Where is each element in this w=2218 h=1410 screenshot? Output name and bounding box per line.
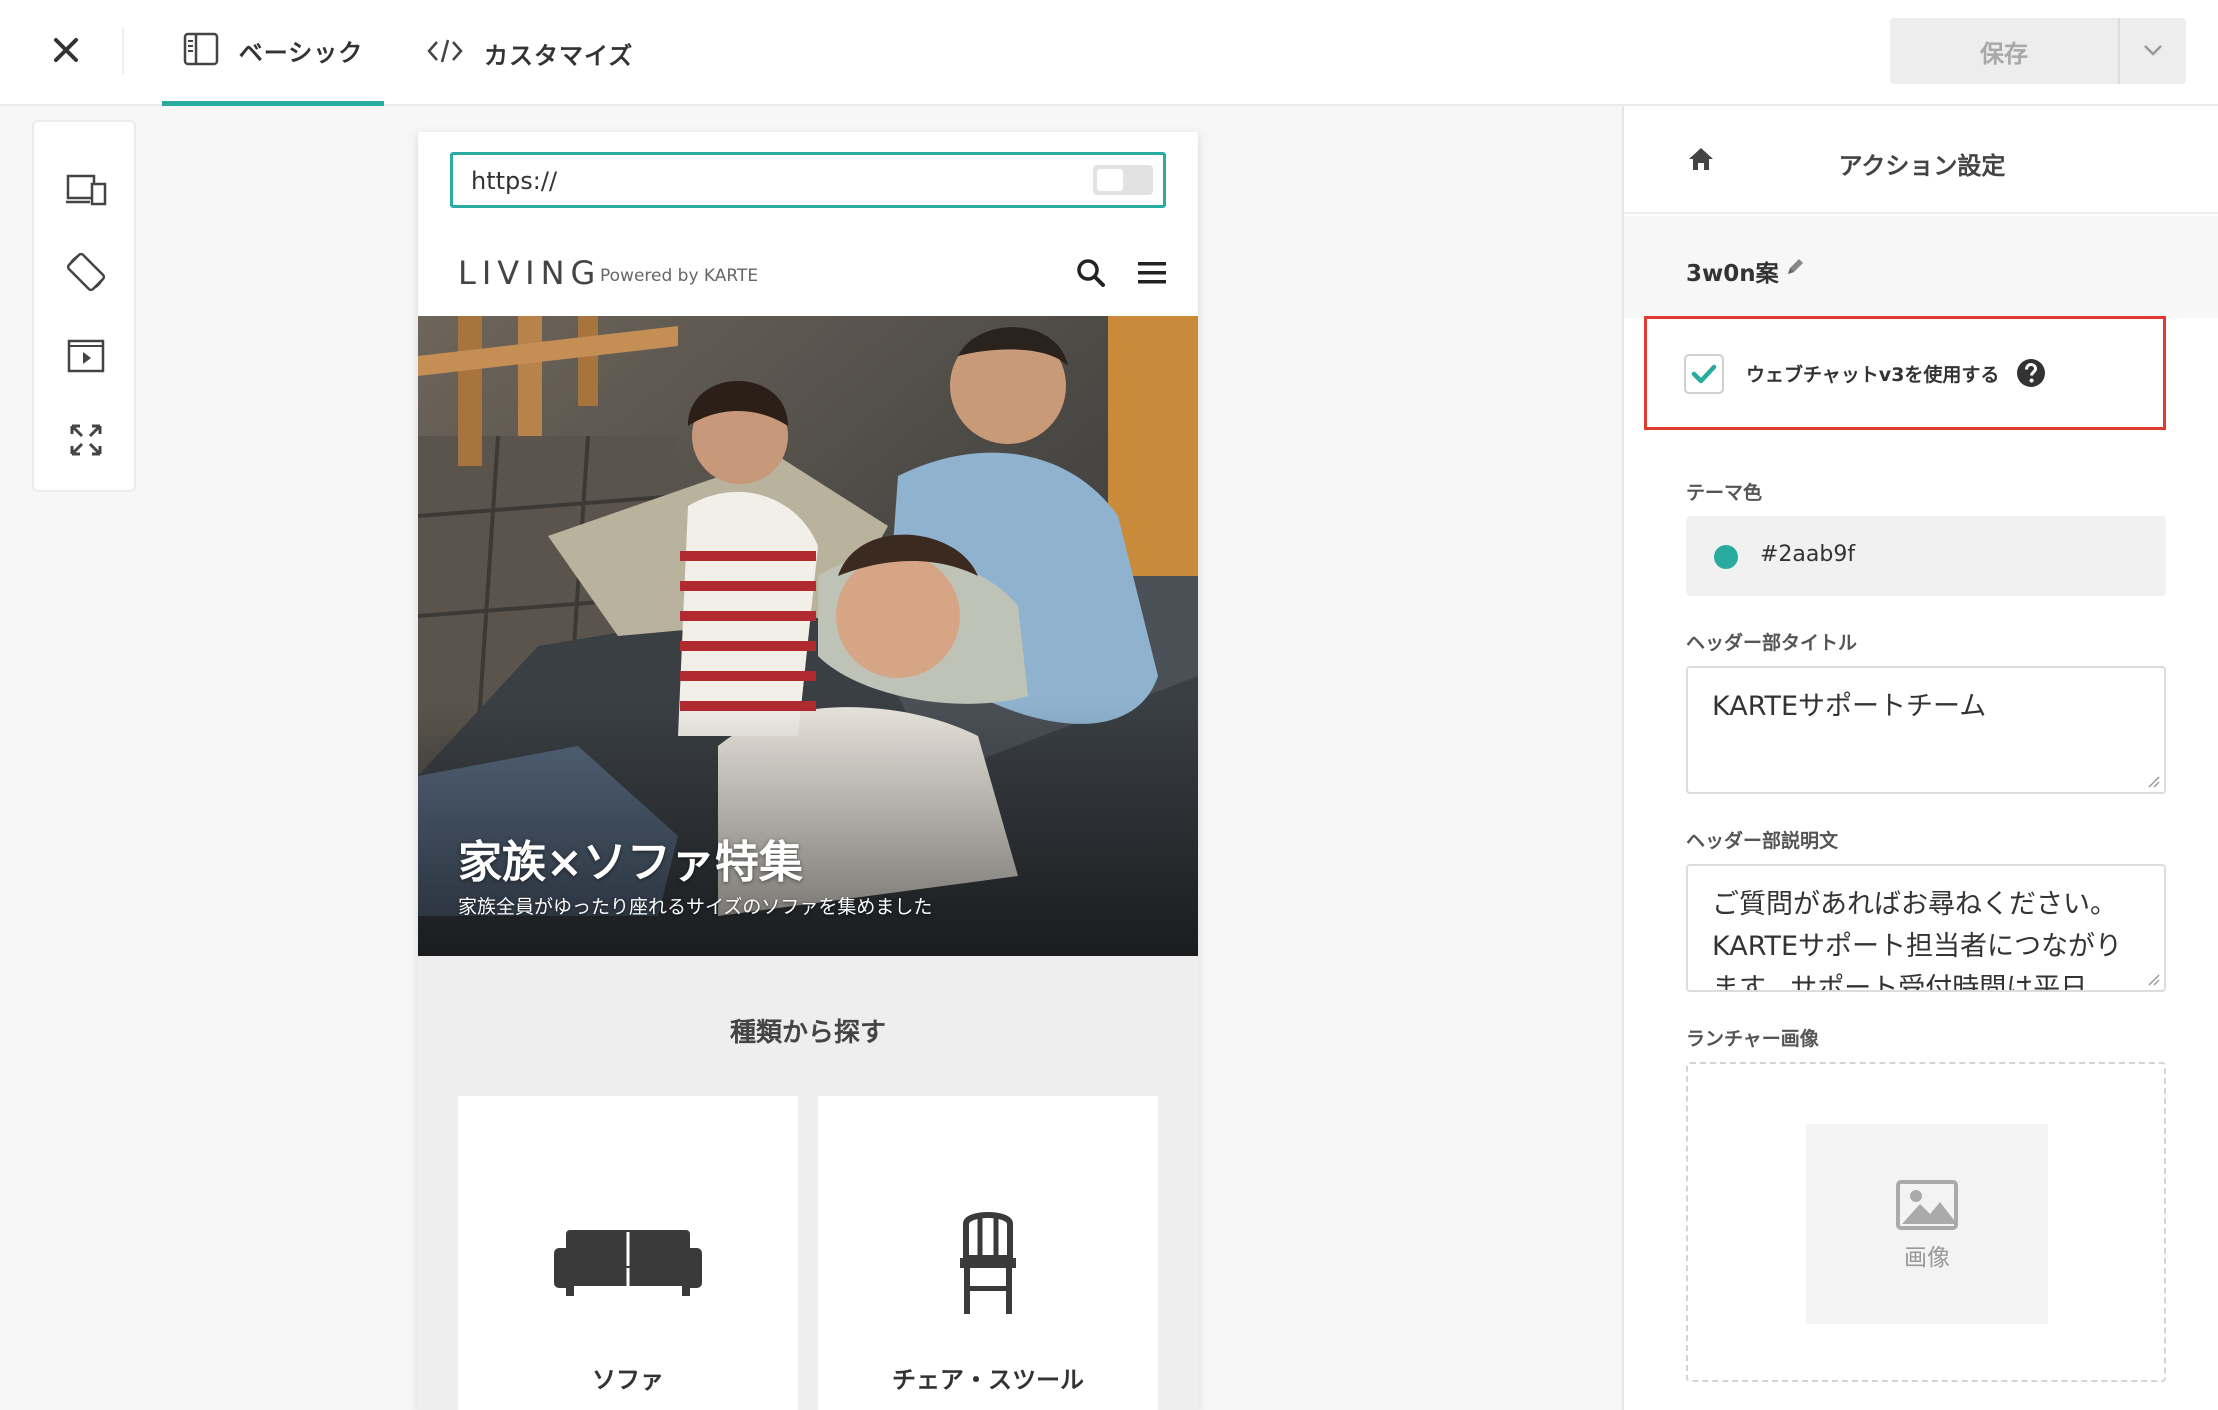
site-header: LIVING Powered by KARTE <box>418 228 1198 316</box>
tab-customize-label: カスタマイズ <box>484 41 634 70</box>
image-icon <box>1896 1180 1958 1230</box>
webchat-v3-checkbox[interactable] <box>1684 354 1724 394</box>
theme-color-picker[interactable]: #2aab9f <box>1686 516 2166 596</box>
theme-color-value: #2aab9f <box>1760 542 1856 567</box>
category-card-chair[interactable]: チェア・スツール <box>818 1096 1158 1410</box>
url-text: https:// <box>471 167 558 195</box>
header-description-label: ヘッダー部説明文 <box>1686 830 1839 852</box>
pencil-icon[interactable] <box>1784 256 1806 278</box>
webchat-v3-label: ウェブチャットv3を使用する <box>1746 364 2000 386</box>
play-preview-icon[interactable] <box>62 332 110 380</box>
header-description-value: ご質問があればお尋ねください。KARTEサポート担当者につながります。サポート受… <box>1712 889 2123 992</box>
launcher-image-dropzone[interactable]: 画像 <box>1686 1062 2166 1382</box>
check-icon <box>1691 364 1717 384</box>
powered-by-text: Powered by KARTE <box>600 266 759 286</box>
category-label-chair: チェア・スツール <box>892 1366 1084 1394</box>
hero-title: 家族×ソファ特集 <box>458 837 803 888</box>
preview-toolbar <box>32 120 136 492</box>
theme-color-label: テーマ色 <box>1686 482 1763 504</box>
chevron-down-icon <box>2142 42 2164 61</box>
panel-header: アクション設定 <box>1624 106 2218 214</box>
tab-basic[interactable]: ベーシック <box>162 0 384 106</box>
sidebar-layout-icon <box>183 32 219 70</box>
rotate-screen-icon[interactable] <box>62 248 110 296</box>
url-toggle[interactable] <box>1093 165 1153 195</box>
search-icon[interactable] <box>1074 256 1108 290</box>
category-card-sofa[interactable]: ソファ <box>458 1096 798 1410</box>
fullscreen-icon[interactable] <box>62 416 110 464</box>
category-label-sofa: ソファ <box>592 1366 664 1394</box>
variant-row: 3w0n案 <box>1624 216 2218 318</box>
color-swatch <box>1714 545 1738 569</box>
header-title-value: KARTEサポートチーム <box>1712 691 1987 722</box>
mobile-preview: https:// LIVING Powered by KARTE 家族×ソファ特… <box>418 132 1198 1410</box>
device-switch-icon[interactable] <box>62 166 110 214</box>
site-logo[interactable]: LIVING <box>458 254 601 292</box>
hero-subtitle: 家族全員がゆったり座れるサイズのソファを集めました <box>458 896 933 918</box>
url-input[interactable]: https:// <box>450 152 1166 208</box>
top-bar: ベーシック カスタマイズ 保存 <box>0 0 2218 106</box>
sofa-icon <box>554 1230 702 1302</box>
hero-banner[interactable]: 家族×ソファ特集 家族全員がゆったり座れるサイズのソファを集めました <box>418 316 1198 956</box>
resize-handle-icon[interactable] <box>2146 774 2160 788</box>
save-button-group: 保存 <box>1890 18 2186 84</box>
chair-icon <box>960 1208 1016 1318</box>
variant-name: 3w0n案 <box>1686 261 1779 287</box>
launcher-image-label: ランチャー画像 <box>1686 1028 1819 1050</box>
close-icon[interactable] <box>46 30 86 70</box>
action-settings-panel: アクション設定 3w0n案 ウェブチャットv3を使用する テーマ色 #2aab9… <box>1622 106 2218 1410</box>
section-title: 種類から探す <box>729 1018 886 1048</box>
panel-title: アクション設定 <box>1838 152 2006 180</box>
save-button[interactable]: 保存 <box>1890 18 2120 84</box>
tab-customize[interactable]: カスタマイズ <box>426 0 633 106</box>
hamburger-menu-icon[interactable] <box>1136 258 1168 288</box>
header-title-label: ヘッダー部タイトル <box>1686 632 1858 654</box>
help-icon[interactable] <box>2016 358 2046 388</box>
resize-handle-icon[interactable] <box>2146 972 2160 986</box>
header-description-field[interactable]: ご質問があればお尋ねください。KARTEサポート担当者につながります。サポート受… <box>1686 864 2166 992</box>
save-dropdown-button[interactable] <box>2120 18 2186 84</box>
url-bar-area: https:// <box>418 132 1198 228</box>
divider <box>122 28 124 74</box>
code-icon <box>426 36 464 70</box>
tab-basic-label: ベーシック <box>238 39 364 67</box>
image-placeholder-label: 画像 <box>1904 1245 1950 1271</box>
image-placeholder: 画像 <box>1806 1124 2048 1324</box>
header-title-field[interactable]: KARTEサポートチーム <box>1686 666 2166 794</box>
